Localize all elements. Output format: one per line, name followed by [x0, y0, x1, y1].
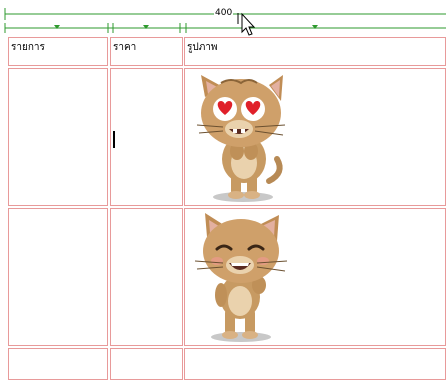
- table-width-ruler: 400: [0, 0, 446, 36]
- row2-item-cell[interactable]: [8, 208, 108, 346]
- header-item-label: รายการ: [11, 42, 45, 53]
- row3-image-cell[interactable]: [184, 348, 446, 380]
- header-cell-image[interactable]: รูปภาพ: [184, 37, 446, 66]
- mouse-pointer-icon: [236, 12, 256, 36]
- table-width-label: 400: [214, 8, 234, 18]
- row1-price-cell[interactable]: [110, 68, 183, 206]
- text-cursor: [113, 131, 115, 148]
- header-price-label: ราคา: [113, 42, 137, 53]
- row3-price-cell[interactable]: [110, 348, 183, 380]
- header-cell-item[interactable]: รายการ: [8, 37, 108, 66]
- row3-item-cell[interactable]: [8, 348, 108, 380]
- cat-laughing-image[interactable]: [191, 213, 291, 343]
- row2-price-cell[interactable]: [110, 208, 183, 346]
- cat-heart-eyes-image[interactable]: [191, 73, 291, 203]
- header-cell-price[interactable]: ราคา: [110, 37, 183, 66]
- header-image-label: รูปภาพ: [187, 42, 218, 53]
- row1-image-cell[interactable]: [184, 68, 446, 206]
- row2-image-cell[interactable]: [184, 208, 446, 346]
- row1-item-cell[interactable]: [8, 68, 108, 206]
